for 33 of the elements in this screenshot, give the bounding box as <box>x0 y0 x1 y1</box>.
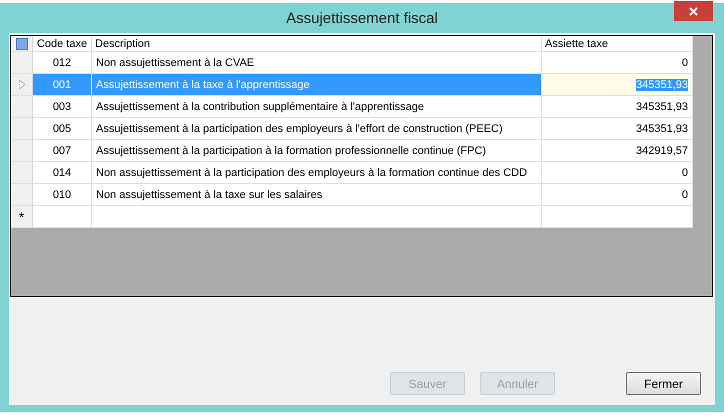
dialog-button[interactable]: Fermer <box>626 372 701 395</box>
table-cell: 0 <box>542 162 693 184</box>
table-cell: Assujettissement à la participation à la formation professionnelle continue (FPC) <box>92 140 542 162</box>
window-title: Assujettissement fiscal <box>286 10 438 26</box>
select-all-icon[interactable] <box>16 38 28 50</box>
table-cell: 0 <box>542 52 693 74</box>
current-row-icon <box>18 80 24 89</box>
table-cell: 012 <box>33 52 92 74</box>
table-cell: 005 <box>33 118 92 140</box>
close-button[interactable] <box>674 1 713 21</box>
column-header[interactable]: Code taxe <box>33 36 92 52</box>
table-cell: Non assujettissement à la CVAE <box>92 52 542 74</box>
table-cell: 007 <box>33 140 92 162</box>
row-header[interactable] <box>11 74 33 96</box>
table-cell: 342919,57 <box>542 140 693 162</box>
table-cell: Assujettissement à la taxe à l'apprentissage <box>92 74 542 96</box>
new-row-marker: * <box>11 206 33 228</box>
table-cell: Assujettissement à la participation des employeurs à l'effort de construction (PEEC) <box>92 118 542 140</box>
table-cell: 014 <box>33 162 92 184</box>
close-icon <box>689 6 698 16</box>
table-cell: 001 <box>33 74 92 96</box>
table-cell: Non assujettissement à la participation des employeurs à la formation continue des CDD <box>92 162 542 184</box>
table-cell: 345351,93 <box>542 118 693 140</box>
table-cell: 010 <box>33 184 92 206</box>
table-cell: Assujettissement à la contribution supplémentaire à l'apprentissage <box>92 96 542 118</box>
column-header[interactable]: Description <box>92 36 542 52</box>
table-cell: 345351,93 <box>542 74 693 96</box>
table-cell: Non assujettissement à la taxe sur les salaires <box>92 184 542 206</box>
column-header[interactable]: Assiette taxe <box>542 36 693 52</box>
table-cell: 0 <box>542 184 693 206</box>
table-cell: 345351,93 <box>542 96 693 118</box>
table-cell: 003 <box>33 96 92 118</box>
row-header[interactable] <box>11 36 33 52</box>
